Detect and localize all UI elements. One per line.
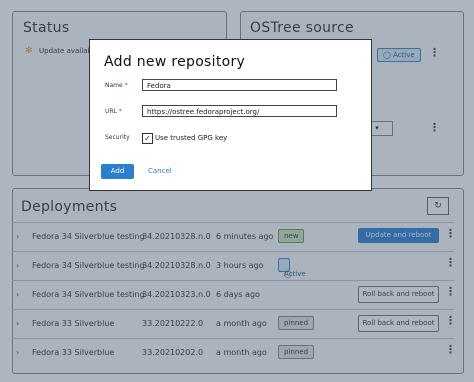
gpg-key-checkbox[interactable]: ✓ <box>142 133 153 144</box>
security-label: Security <box>105 134 130 141</box>
cancel-button[interactable]: Cancel <box>148 167 172 175</box>
url-label-text: URL <box>105 108 117 115</box>
name-input[interactable]: Fedora <box>142 79 337 91</box>
add-button[interactable]: Add <box>101 164 134 179</box>
url-input[interactable]: https://ostree.fedoraproject.org/ <box>142 105 337 117</box>
gpg-key-label[interactable]: Use trusted GPG key <box>155 134 227 142</box>
required-asterisk: * <box>124 82 128 89</box>
name-label: Name * <box>105 82 128 89</box>
dialog-title: Add new repository <box>104 54 246 70</box>
required-asterisk: * <box>118 108 122 115</box>
add-repository-dialog: Add new repository Name * Fedora URL * h… <box>89 39 372 191</box>
url-label: URL * <box>105 108 122 115</box>
name-label-text: Name <box>105 82 123 89</box>
